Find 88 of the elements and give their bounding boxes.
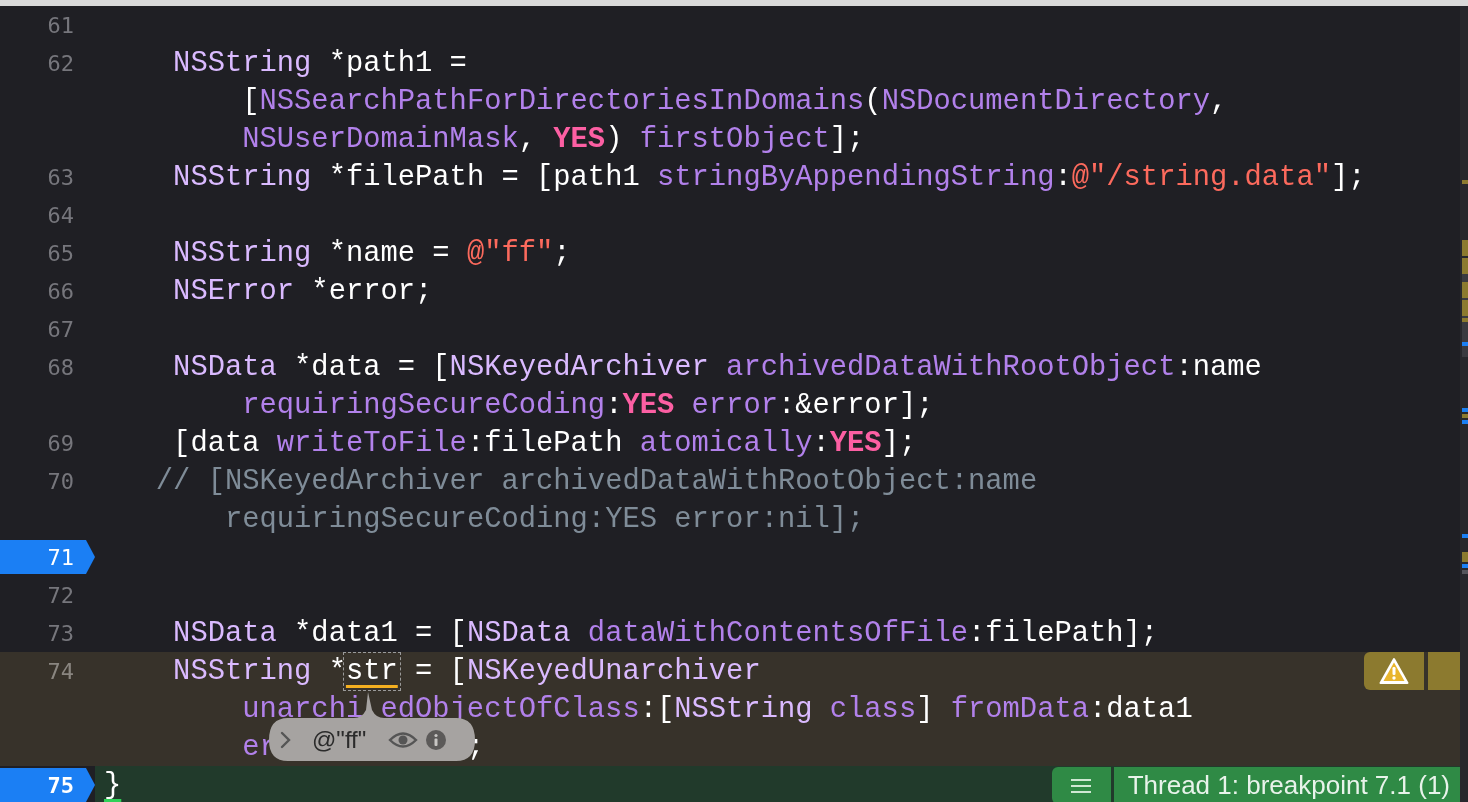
code-text: ]; <box>1330 160 1366 194</box>
code-text: = [ <box>414 654 467 688</box>
method-name: archivedDataWithRootObject <box>725 350 1176 384</box>
line-number: 72 <box>46 582 74 608</box>
line-number: 61 <box>46 12 74 38</box>
variable-value: @"ff" <box>312 725 367 754</box>
inspected-variable: str <box>345 654 398 688</box>
method-name: error <box>690 388 778 422</box>
string-literal: @"/string.data" <box>1071 160 1331 194</box>
type-name: NSString <box>173 236 312 270</box>
type-name: NSString <box>173 46 312 80</box>
code-text: *error; <box>310 274 433 308</box>
method-name: NSUserDomainMask <box>242 122 519 156</box>
code-text: *filePath = [path1 <box>327 160 641 194</box>
info-icon[interactable] <box>426 729 447 750</box>
type-name: NSData <box>173 616 277 650</box>
code-text: :&error]; <box>777 388 934 422</box>
type-name: NSData <box>466 616 571 650</box>
line-number: 66 <box>46 278 74 304</box>
type-name: NSKeyedUnarchiver <box>466 654 761 688</box>
code-text: :name <box>1175 350 1262 384</box>
code-comment: requiringSecureCoding:YES error:nil]; <box>224 502 865 536</box>
closing-brace: } <box>104 768 122 802</box>
breakpoint-marker[interactable]: 71 <box>0 540 95 574</box>
eye-icon[interactable] <box>388 729 419 750</box>
type-name: NSError <box>173 274 295 308</box>
chevron-icon[interactable] <box>280 730 292 749</box>
line-number: 64 <box>46 202 74 228</box>
code-text: :filePath <box>466 426 624 460</box>
type-name: NSData <box>173 350 277 384</box>
type-name: NSString <box>173 160 312 194</box>
string-literal: @"ff" <box>466 236 554 270</box>
line-number: 63 <box>46 164 74 190</box>
code-text: :filePath]; <box>968 616 1159 650</box>
code-comment: // [NSKeyedArchiver archivedDataWithRootObject:name <box>155 464 1038 498</box>
line-number: 62 <box>46 50 74 76</box>
code-text: *data = [ <box>293 350 450 384</box>
keyword: YES <box>622 388 675 422</box>
method-name: NSDocumentDirectory <box>881 84 1210 118</box>
code-text: ] <box>916 692 935 726</box>
line-number: 73 <box>46 620 74 646</box>
code-text: : <box>605 388 623 422</box>
code-text: , <box>518 122 537 156</box>
method-name: edObjectOfClass <box>380 692 640 726</box>
method-name: unarchi <box>242 692 364 726</box>
line-number: 67 <box>46 316 74 342</box>
line-number: 69 <box>46 430 74 456</box>
method-name: atomically <box>639 426 813 460</box>
code-text: [data <box>173 426 261 460</box>
line-number: 65 <box>46 240 74 266</box>
code-text: , <box>1210 84 1228 118</box>
code-text: : <box>1054 160 1072 194</box>
code-text: [ <box>242 84 260 118</box>
warning-icon <box>1379 657 1409 685</box>
method-name: NSSearchPathForDirectoriesInDomains <box>259 84 865 118</box>
code-text: ]; <box>829 122 865 156</box>
code-text: ]; <box>881 426 917 460</box>
thread-label: Thread 1: breakpoint 7.1 (1) <box>1113 767 1460 802</box>
method-name: firstObject <box>639 122 830 156</box>
line-number: 68 <box>46 354 74 380</box>
code-text: * <box>327 654 346 688</box>
method-name: dataWithContentsOfFile <box>586 616 969 650</box>
code-text: ) <box>605 122 624 156</box>
type-name: NSString <box>173 654 312 688</box>
code-text: :data1 <box>1089 692 1193 726</box>
method-name: class <box>828 692 917 726</box>
code-text: ( <box>864 84 882 118</box>
code-text: ; <box>466 730 485 764</box>
type-name: NSKeyedArchiver <box>449 350 709 384</box>
type-name: NSString <box>674 692 813 726</box>
method-name: stringByAppendingString <box>657 160 1055 194</box>
code-text: *data1 = [ <box>293 616 467 650</box>
menu-button[interactable] <box>1051 767 1111 802</box>
keyword: YES <box>829 426 882 460</box>
line-number: 70 <box>46 468 74 494</box>
warning-badge-end <box>1428 652 1460 690</box>
menu-icon <box>1071 778 1092 793</box>
code-text: ; <box>553 236 571 270</box>
method-name: writeToFile <box>276 426 467 460</box>
breakpoint-marker[interactable]: 75 <box>0 768 95 802</box>
method-name: requiringSecureCoding <box>242 388 606 422</box>
code-text: : <box>812 426 830 460</box>
code-text: :[ <box>639 692 675 726</box>
warning-button[interactable] <box>1364 652 1424 690</box>
code-text: *path1 = <box>327 46 467 80</box>
code-text: *name = <box>327 236 451 270</box>
method-name: fromData <box>950 692 1089 726</box>
keyword: YES <box>553 122 606 156</box>
